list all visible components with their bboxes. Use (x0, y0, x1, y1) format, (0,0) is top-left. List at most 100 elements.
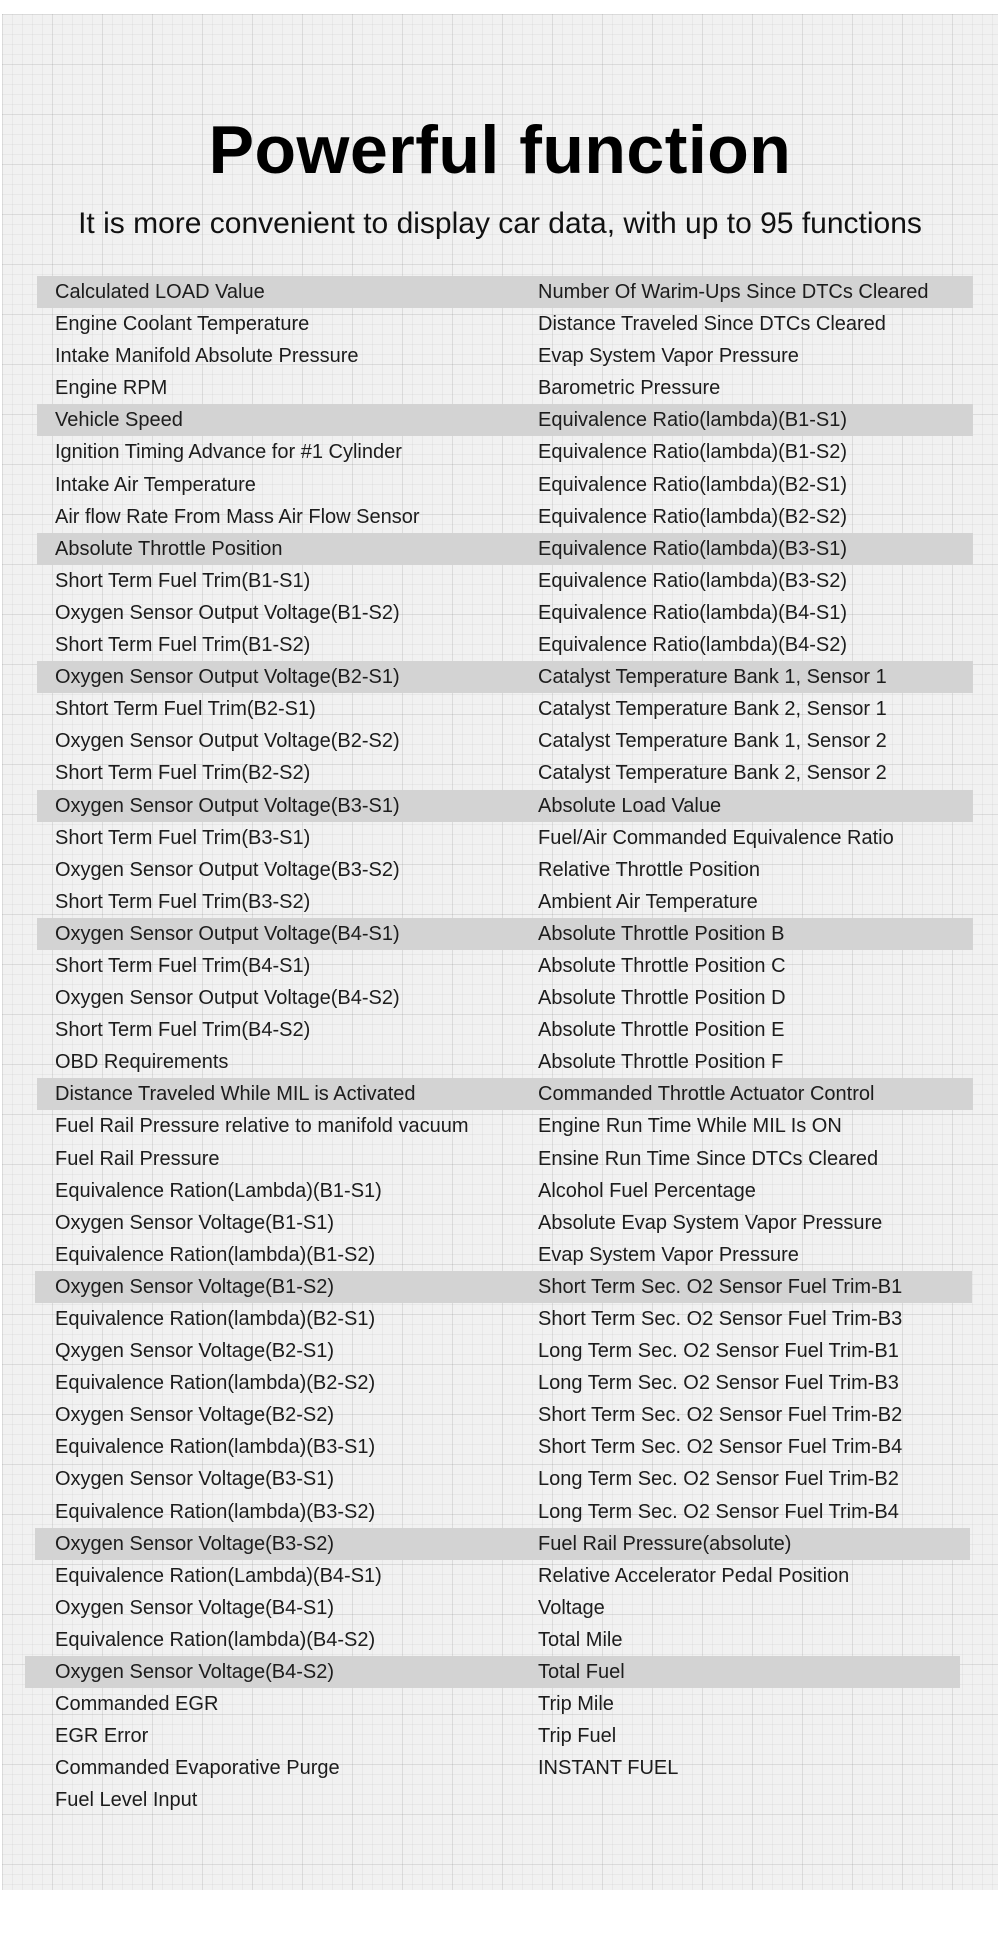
function-row: Equivalence Ration(lambda)(B3-S2) Long Te… (0, 1496, 1000, 1528)
function-item-left: Absolute Throttle Position (55, 537, 283, 560)
function-row: Equivalence Ration(lambda)(B3-S1) Short T… (0, 1431, 1000, 1463)
function-item-left: Oxygen Sensor Output Voltage(B4-S1) (55, 922, 400, 945)
function-item-left: Equivalence Ration(lambda)(B3-S1) (55, 1436, 376, 1459)
function-item-right: Voltage (538, 1596, 605, 1619)
function-item-left: Intake Air Temperature (55, 473, 256, 496)
function-item-right: Equivalence Ratio(lambda)(B3-S2) (538, 569, 848, 592)
function-item-left: Short Term Fuel Trim(B4-S1) (55, 954, 311, 977)
function-item-right: Equivalence Ratio(lambda)(B1-S2) (538, 441, 848, 464)
function-row: Engine RPM Barometric Pressure (0, 372, 1000, 404)
function-item-right: Fuel Rail Pressure(absolute) (538, 1532, 792, 1555)
function-row: Short Term Fuel Trim(B1-S1) Equivalence R… (0, 565, 1000, 597)
function-item-left: Short Term Fuel Trim(B1-S2) (55, 634, 311, 657)
function-row: Short Term Fuel Trim(B3-S1) Fuel/Air Comm… (0, 822, 1000, 854)
function-item-right: Catalyst Temperature Bank 2, Sensor 2 (538, 762, 887, 785)
function-item-left: Oxygen Sensor Voltage(B1-S2) (55, 1275, 335, 1298)
function-item-right: INSTANT FUEL (538, 1757, 679, 1780)
function-item-right: Short Term Sec. O2 Sensor Fuel Trim-B2 (538, 1404, 903, 1427)
function-item-right: Equivalence Ratio(lambda)(B4-S2) (538, 634, 848, 657)
function-row: Oxygen Sensor Voltage(B1-S1) Absolute Eva… (0, 1207, 1000, 1239)
function-row: Oxygen Sensor Voltage(B3-S1) Long Term Se… (0, 1463, 1000, 1495)
function-item-right: Long Term Sec. O2 Sensor Fuel Trim-B2 (538, 1468, 899, 1491)
page-title: Powerful function (208, 112, 792, 188)
function-item-right: Commanded Throttle Actuator Control (538, 1083, 875, 1106)
function-item-right: Equivalence Ratio(lambda)(B3-S1) (538, 537, 848, 560)
function-item-left: Oxygen Sensor Voltage(B4-S2) (55, 1661, 335, 1684)
function-row: Fuel Rail Pressure relative to manifold … (0, 1110, 1000, 1142)
function-item-right: Absolute Evap System Vapor Pressure (538, 1211, 883, 1234)
function-item-left: Oxygen Sensor Voltage(B4-S1) (55, 1596, 335, 1619)
function-item-right: Total Mile (538, 1628, 623, 1651)
function-row: Short Term Fuel Trim(B3-S2) Ambient Air T… (0, 886, 1000, 918)
function-item-right: Fuel/Air Commanded Equivalence Ratio (538, 826, 894, 849)
function-item-right: Absolute Throttle Position D (538, 987, 786, 1010)
function-item-right: Short Term Sec. O2 Sensor Fuel Trim-B3 (538, 1308, 903, 1330)
function-row-highlighted: Calculated LOAD Value Number Of Warim-Ups… (0, 276, 1000, 308)
function-row: Equivalence Ration(Lambda)(B1-S1) Alcohol… (0, 1175, 1000, 1207)
function-row: Oxygen Sensor Output Voltage(B2-S2) Catal… (0, 725, 1000, 757)
function-item-right: Distance Traveled Since DTCs Cleared (538, 313, 886, 336)
function-row: Oxygen Sensor Output Voltage(B3-S2) Relat… (0, 854, 1000, 886)
function-row-highlighted: Oxygen Sensor Output Voltage(B3-S1) Absol… (0, 789, 1000, 822)
function-row-highlighted: Oxygen Sensor Voltage(B1-S2) Short Term S… (0, 1270, 1000, 1303)
function-item-left: Fuel Level Input (55, 1789, 198, 1812)
function-item-left: Ignition Timing Advance for #1 Cylinder (55, 441, 402, 464)
function-row: Qxygen Sensor Voltage(B2-S1) Long Term Se… (0, 1335, 1000, 1367)
function-item-left: Fuel Rail Pressure (55, 1147, 220, 1170)
function-item-left: Intake Manifold Absolute Pressure (55, 345, 359, 368)
function-row-highlighted: Oxygen Sensor Voltage(B4-S2) Total Fuel (0, 1656, 1000, 1689)
function-row-highlighted: Oxygen Sensor Voltage(B3-S2) Fuel Rail Pr… (0, 1527, 1000, 1560)
function-row: Short Term Fuel Trim(B2-S2) Catalyst Temp… (0, 757, 1000, 789)
function-item-left: Oxygen Sensor Voltage(B3-S2) (55, 1532, 335, 1555)
function-item-right: Absolute Throttle Position E (538, 1019, 785, 1042)
function-item-left: Equivalence Ration(Lambda)(B1-S1) (55, 1179, 382, 1202)
function-row-highlighted: Absolute Throttle Position Equivalence Ra… (0, 532, 1000, 565)
function-row: Ignition Timing Advance for #1 Cylinder E… (0, 436, 1000, 468)
function-item-right: Equivalence Ratio(lambda)(B2-S1) (538, 473, 848, 496)
function-item-left: Equivalence Ration(lambda)(B1-S2) (55, 1243, 376, 1266)
function-item-right: Trip Mile (538, 1693, 614, 1716)
function-item-left: Equivalence Ration(lambda)(B4-S2) (55, 1628, 376, 1651)
function-row: Equivalence Ration(lambda)(B2-S2) Long Te… (0, 1367, 1000, 1399)
function-item-right: Equivalence Ratio(lambda)(B4-S1) (538, 601, 848, 624)
function-item-right: Short Term Sec. O2 Sensor Fuel Trim-B4 (538, 1436, 903, 1459)
function-item-left: Equivalence Ration(Lambda)(B4-S1) (55, 1564, 382, 1587)
function-item-right: Short Term Sec. O2 Sensor Fuel Trim-B1 (538, 1275, 903, 1298)
function-item-left: Shtort Term Fuel Trim(B2-S1) (55, 698, 316, 721)
function-row: EGR Error Trip Fuel (0, 1720, 1000, 1752)
function-row: Intake Manifold Absolute Pressure Evap Sy… (0, 340, 1000, 372)
function-item-left: Short Term Fuel Trim(B2-S2) (55, 762, 311, 785)
function-row: Oxygen Sensor Voltage(B4-S1) Voltage (0, 1592, 1000, 1624)
function-row-highlighted: Vehicle Speed Equivalence Ratio(lambda)(B… (0, 404, 1000, 437)
function-item-left: Oxygen Sensor Output Voltage(B2-S1) (55, 666, 400, 689)
function-item-left: Oxygen Sensor Voltage(B1-S1) (55, 1211, 335, 1234)
function-row: Short Term Fuel Trim(B1-S2) Equivalence R… (0, 629, 1000, 661)
function-row: Commanded Evaporative Purge INSTANT FUEL (0, 1752, 1000, 1784)
function-item-left: OBD Requirements (55, 1051, 229, 1074)
function-row: Intake Air Temperature Equivalence Ratio(… (0, 469, 1000, 501)
function-row-highlighted: Oxygen Sensor Output Voltage(B4-S1) Absol… (0, 917, 1000, 950)
function-item-left: Oxygen Sensor Voltage(B3-S1) (55, 1468, 335, 1491)
function-row: Equivalence Ration(lambda)(B2-S1) Short T… (0, 1303, 1000, 1335)
page-subtitle: It is more convenient to display car dat… (78, 207, 922, 240)
function-row: OBD Requirements Absolute Throttle Positi… (0, 1046, 1000, 1078)
function-item-left: Short Term Fuel Trim(B4-S2) (55, 1019, 311, 1042)
function-item-left: Oxygen Sensor Output Voltage(B2-S2) (55, 730, 400, 753)
function-item-left: Calculated LOAD Value (55, 281, 265, 303)
function-item-right: Absolute Throttle Position B (538, 922, 785, 945)
function-item-right: Long Term Sec. O2 Sensor Fuel Trim-B4 (538, 1500, 899, 1523)
function-item-right: Absolute Throttle Position F (538, 1051, 784, 1074)
function-row: Oxygen Sensor Output Voltage(B4-S2) Absol… (0, 982, 1000, 1014)
function-item-right: Relative Throttle Position (538, 858, 760, 881)
function-item-left: Air flow Rate From Mass Air Flow Sensor (55, 505, 420, 528)
function-item-left: Qxygen Sensor Voltage(B2-S1) (55, 1340, 335, 1363)
function-item-right: Trip Fuel (538, 1725, 617, 1748)
function-item-right: Absolute Load Value (538, 794, 722, 817)
function-row: Shtort Term Fuel Trim(B2-S1) Catalyst Tem… (0, 693, 1000, 725)
function-item-right: Absolute Throttle Position C (538, 954, 786, 977)
function-item-right: Catalyst Temperature Bank 2, Sensor 1 (538, 698, 887, 721)
function-item-left: Oxygen Sensor Output Voltage(B3-S2) (55, 858, 400, 881)
function-item-left: Short Term Fuel Trim(B3-S2) (55, 890, 311, 913)
function-item-left: Short Term Fuel Trim(B1-S1) (55, 569, 311, 592)
function-row-highlighted: Oxygen Sensor Output Voltage(B2-S1) Catal… (0, 661, 1000, 694)
